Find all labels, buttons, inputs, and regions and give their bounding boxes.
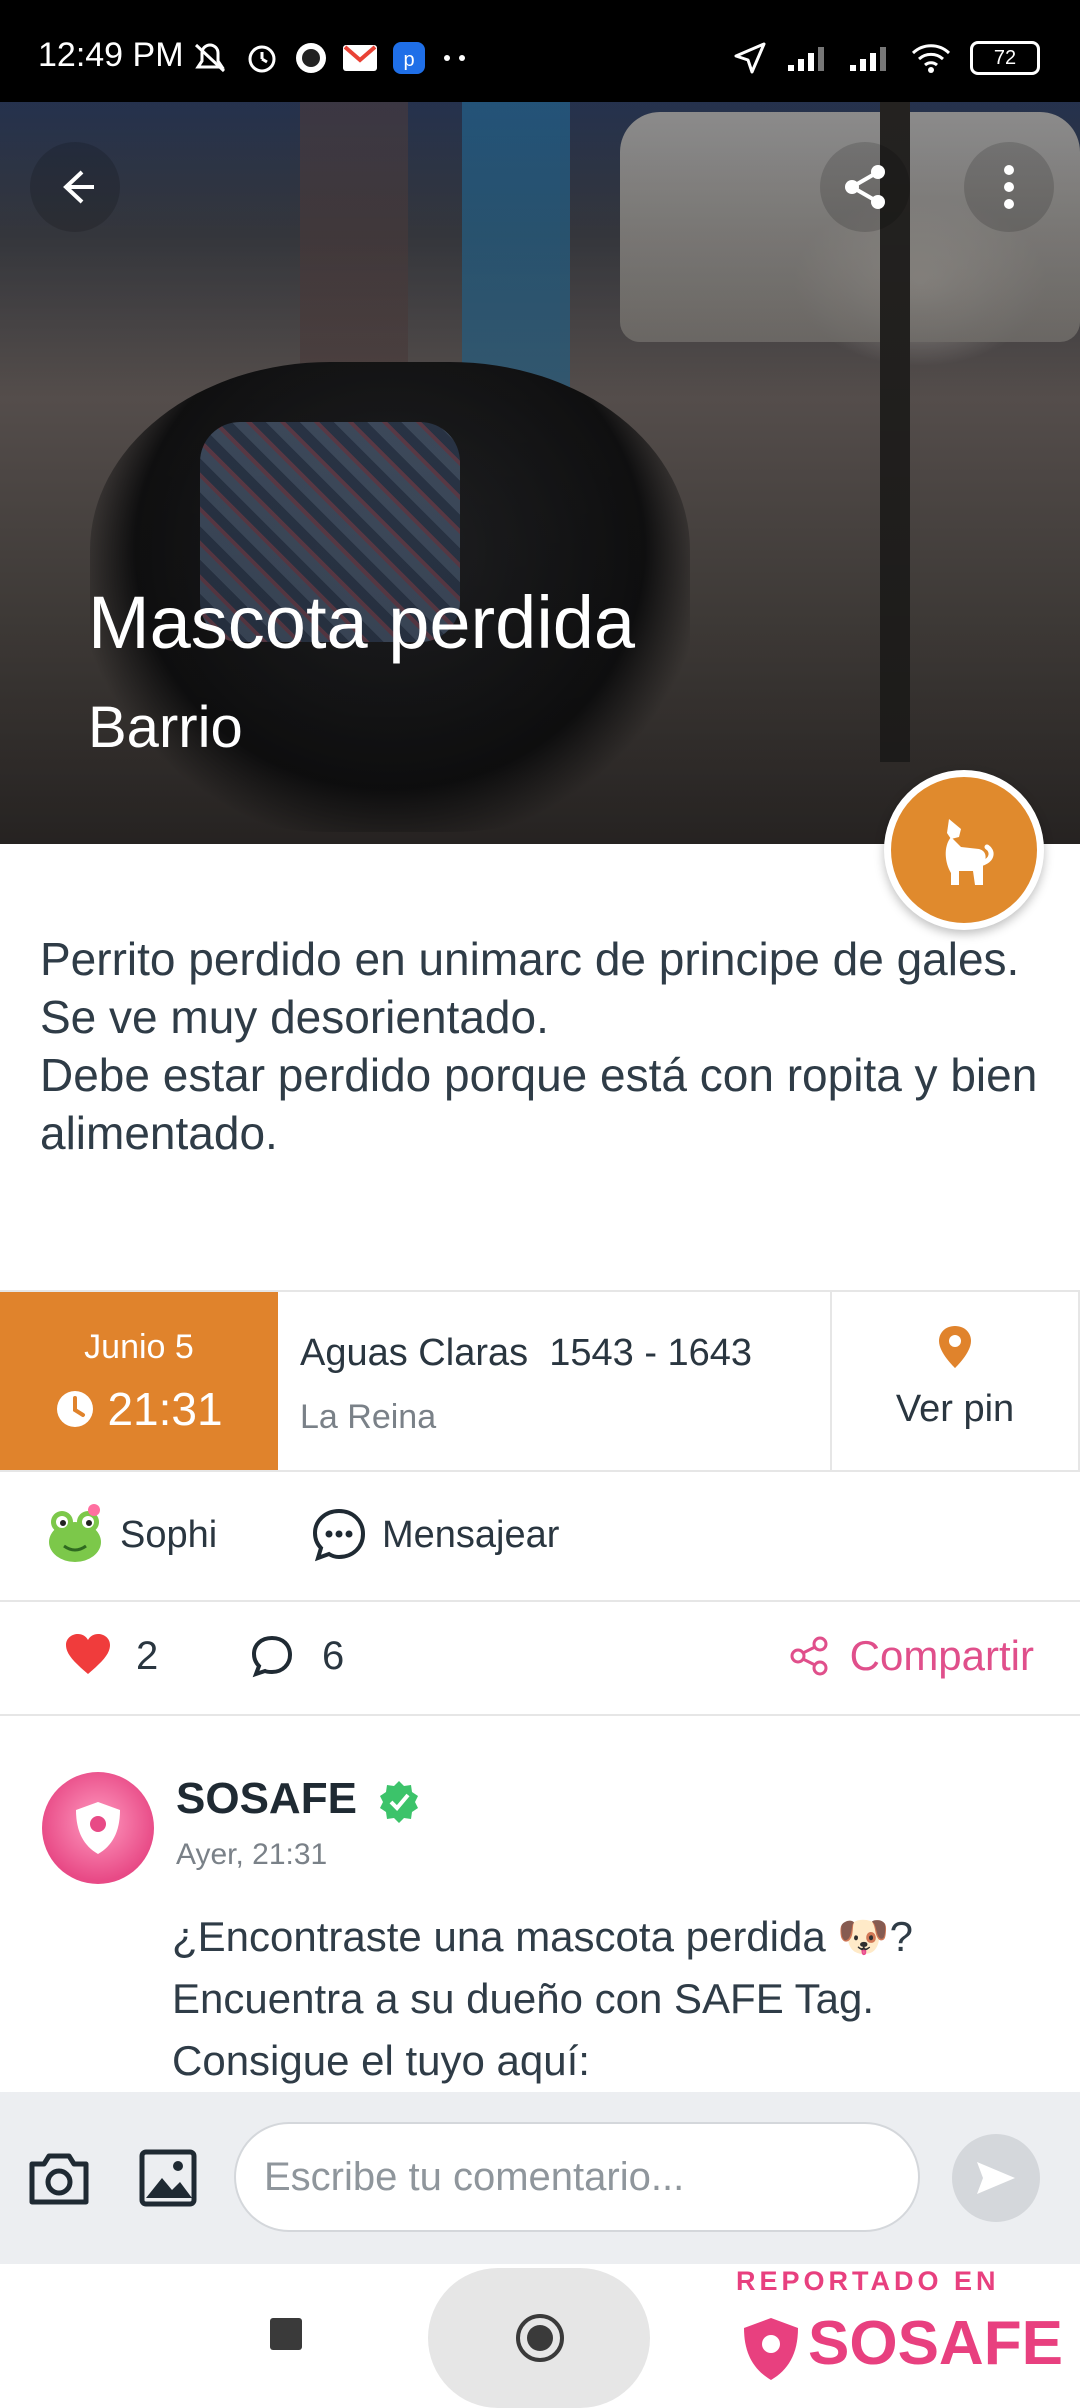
mute-icon xyxy=(194,43,226,73)
watermark-brand: SOSAFE xyxy=(808,2309,1063,2378)
home-circle-icon xyxy=(516,2314,564,2362)
report-scope-subtitle: Barrio xyxy=(88,695,243,760)
likes-count: 2 xyxy=(136,1634,159,1678)
map-pin-icon xyxy=(939,1326,971,1368)
user-avatar-frog-icon[interactable] xyxy=(42,1502,108,1568)
comment-item: SOSAFE Ayer, 21:31 ¿Encontraste una masc… xyxy=(0,1716,1080,2090)
view-pin-label: Ver pin xyxy=(895,1388,1015,1430)
address-street: Aguas Claras 1543 - 1643 xyxy=(300,1332,753,1374)
address-commune: La Reina xyxy=(300,1398,437,1436)
recents-icon[interactable] xyxy=(268,2316,304,2352)
back-arrow-icon xyxy=(63,170,94,204)
share-label: Compartir xyxy=(849,1632,1034,1679)
camera-icon[interactable] xyxy=(26,2150,92,2208)
heart-icon[interactable] xyxy=(64,1632,112,1676)
notification-icons: p xyxy=(190,40,470,76)
report-time-wrap: 21:31 xyxy=(0,1382,278,1436)
report-info-row: Junio 5 21:31 Aguas Claras 1543 - 1643 L… xyxy=(0,1290,1080,1472)
view-pin-button[interactable]: Ver pin xyxy=(832,1292,1080,1470)
battery-indicator: 72 xyxy=(970,41,1040,75)
comments-count: 6 xyxy=(322,1634,345,1678)
alarm-icon xyxy=(248,45,276,73)
comment-timestamp: Ayer, 21:31 xyxy=(176,1838,328,1871)
pet-category-badge xyxy=(884,770,1044,930)
more-options-button[interactable] xyxy=(964,142,1054,232)
more-vert-icon xyxy=(1004,165,1014,209)
clock-icon xyxy=(57,1391,94,1427)
report-time: 21:31 xyxy=(107,1383,223,1435)
app-notification-icon xyxy=(296,43,326,73)
report-date: Junio 5 xyxy=(84,1328,194,1366)
author-name[interactable]: Sophi xyxy=(120,1514,217,1557)
send-icon xyxy=(977,2162,1015,2194)
comment-body: ¿Encontraste una mascota perdida 🐶? Encu… xyxy=(172,1913,914,2084)
comment-icon[interactable] xyxy=(250,1634,294,1678)
reported-in-watermark: REPORTADO EN SOSAFE xyxy=(728,2264,1080,2400)
signal-2-icon xyxy=(850,47,886,71)
status-bar: 12:49 PM p 72 xyxy=(0,0,1080,102)
author-row: Sophi Mensajear xyxy=(0,1470,1080,1602)
comment-composer: Escribe tu comentario... xyxy=(0,2092,1080,2264)
share-header-button[interactable] xyxy=(820,142,910,232)
report-description: Perrito perdido en unimarc de principe d… xyxy=(40,933,1038,1159)
gallery-icon[interactable] xyxy=(138,2148,198,2208)
date-box: Junio 5 21:31 xyxy=(0,1292,278,1470)
verified-badge-icon xyxy=(380,1781,419,1824)
sosafe-shield-icon xyxy=(76,1802,120,1854)
address-box: Aguas Claras 1543 - 1643 La Reina xyxy=(280,1292,832,1470)
sosafe-logo-icon xyxy=(744,2318,798,2380)
dog-icon xyxy=(945,819,994,885)
more-notifications-icon xyxy=(444,55,465,61)
hero-image: Mascota perdida Barrio xyxy=(0,102,1080,844)
reactions-row: 2 6 Compartir xyxy=(0,1602,1080,1716)
chat-bubble-icon[interactable] xyxy=(310,1506,368,1564)
share-button[interactable]: Compartir xyxy=(788,1632,1034,1680)
comment-input[interactable]: Escribe tu comentario... xyxy=(234,2122,920,2232)
report-category-title: Mascota perdida xyxy=(88,581,636,664)
comment-author-name: SOSAFE xyxy=(176,1774,357,1823)
send-comment-button[interactable] xyxy=(952,2134,1040,2222)
send-message-button[interactable]: Mensajear xyxy=(382,1514,559,1557)
system-icons: 72 xyxy=(732,40,1040,76)
svg-text:p: p xyxy=(403,49,414,71)
wifi-icon xyxy=(911,44,951,73)
watermark-reported-label: REPORTADO EN xyxy=(736,2266,1000,2296)
share-outline-icon xyxy=(790,1636,828,1676)
location-icon xyxy=(734,42,766,74)
back-button[interactable] xyxy=(30,142,120,232)
sosafe-avatar[interactable] xyxy=(42,1772,154,1884)
gmail-icon xyxy=(343,45,377,71)
signal-icon xyxy=(788,47,824,71)
comment-author: SOSAFE xyxy=(176,1774,421,1824)
share-icon xyxy=(845,165,885,209)
p-app-icon: p xyxy=(393,42,425,74)
status-time: 12:49 PM xyxy=(38,36,184,74)
